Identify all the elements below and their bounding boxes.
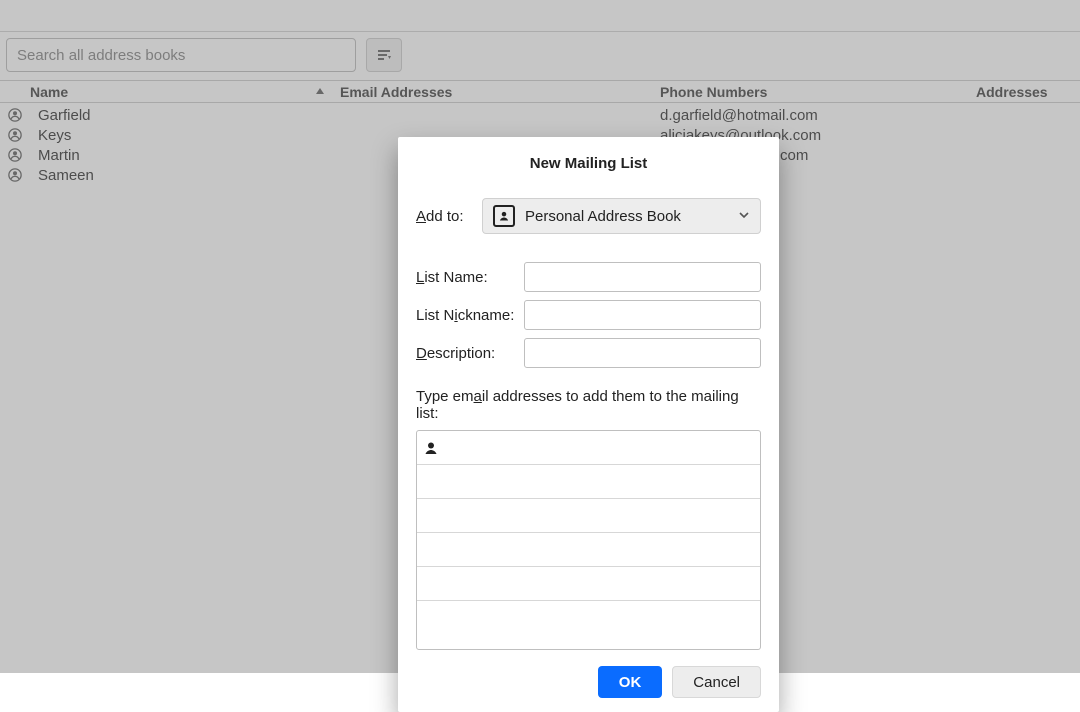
- dialog-title: New Mailing List: [416, 155, 761, 172]
- cancel-button[interactable]: Cancel: [672, 666, 761, 698]
- email-entry-row[interactable]: [417, 533, 760, 567]
- chevron-down-icon: [738, 208, 750, 225]
- email-instructions: Type email addresses to add them to the …: [416, 388, 761, 422]
- list-nickname-row: List Nickname:: [416, 300, 761, 330]
- description-row: Description:: [416, 338, 761, 368]
- list-name-row: List Name:: [416, 262, 761, 292]
- email-entry-row[interactable]: [417, 431, 760, 465]
- list-name-input[interactable]: [524, 262, 761, 292]
- email-address-list: [416, 430, 761, 650]
- description-label: Description:: [416, 345, 524, 362]
- description-input[interactable]: [524, 338, 761, 368]
- add-to-label: Add to:: [416, 208, 482, 225]
- ok-button[interactable]: OK: [598, 666, 663, 698]
- add-to-value: Personal Address Book: [525, 208, 681, 225]
- list-nickname-label: List Nickname:: [416, 307, 524, 324]
- add-to-select[interactable]: Personal Address Book: [482, 198, 761, 234]
- email-entry-row[interactable]: [417, 499, 760, 533]
- list-nickname-input[interactable]: [524, 300, 761, 330]
- person-icon: [423, 440, 439, 456]
- address-book-icon: [493, 205, 515, 227]
- dialog-buttons: OK Cancel: [416, 666, 761, 698]
- add-to-row: Add to: Personal Address Book: [416, 198, 761, 234]
- list-name-label: List Name:: [416, 269, 524, 286]
- email-entry-row[interactable]: [417, 465, 760, 499]
- email-entry-row[interactable]: [417, 601, 760, 650]
- email-entry-row[interactable]: [417, 567, 760, 601]
- new-mailing-list-dialog: New Mailing List Add to: Personal Addres…: [398, 137, 779, 712]
